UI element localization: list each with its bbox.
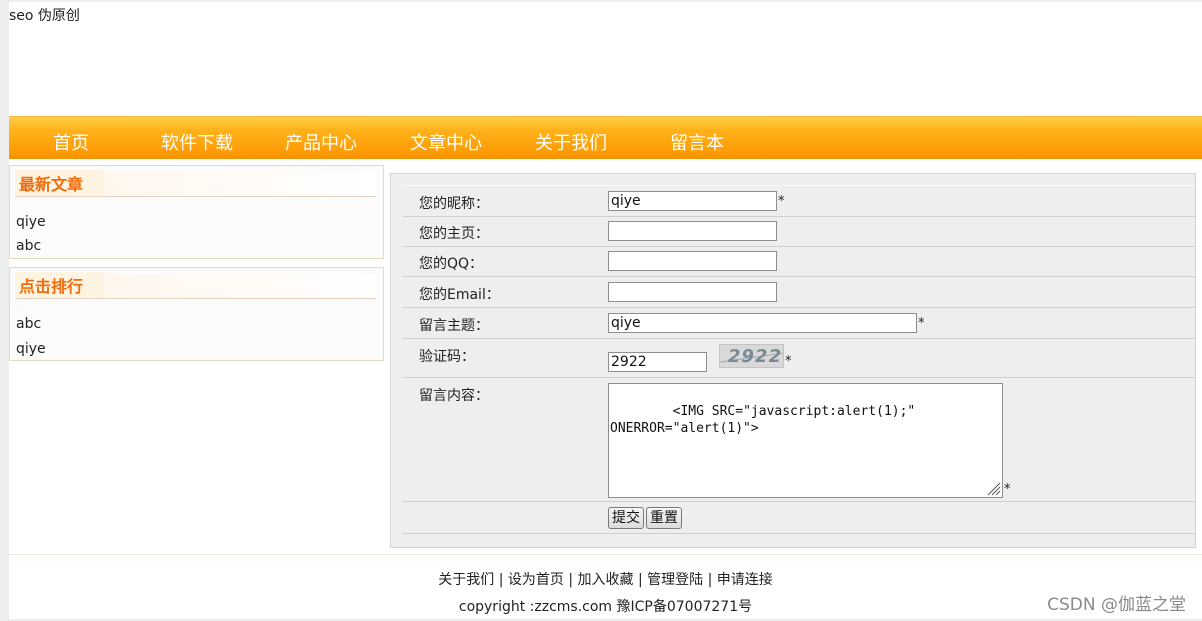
box-title: 点击排行	[15, 272, 104, 298]
submit-button[interactable]: 提交	[608, 507, 644, 529]
nav-item-guestbook[interactable]: 留言本	[670, 129, 724, 155]
row-divider	[403, 276, 1195, 277]
row-divider	[403, 338, 1195, 339]
footer-link-apply-link[interactable]: 申请连接	[717, 572, 773, 588]
row-divider	[403, 246, 1195, 247]
article-link[interactable]: qiye	[16, 214, 46, 230]
required-mark: *	[918, 316, 925, 331]
row-divider	[403, 216, 1195, 217]
email-label: 您的Email：	[419, 287, 500, 303]
reset-button[interactable]: 重置	[646, 507, 682, 529]
footer-separator: |	[633, 572, 648, 588]
main-nav: 首页 软件下载 产品中心 文章中心 关于我们 留言本	[9, 116, 1202, 160]
footer-link-admin-login[interactable]: 管理登陆	[647, 572, 703, 588]
required-mark: *	[778, 194, 785, 209]
latest-articles-box: 最新文章 qiye abc	[9, 165, 384, 259]
row-divider	[403, 377, 1195, 378]
footer-separator: |	[494, 572, 508, 588]
content-area: 最新文章 qiye abc 点击排行 abc qiye 您的昵称： * 您的主页…	[9, 159, 1202, 554]
box-header-fill	[104, 274, 376, 298]
nav-item-downloads[interactable]: 软件下载	[161, 129, 233, 155]
article-link[interactable]: abc	[16, 238, 41, 254]
required-mark: *	[785, 354, 792, 369]
nickname-label: 您的昵称：	[419, 196, 489, 212]
footer-links: 关于我们 | 设为首页 | 加入收藏 | 管理登陆 | 申请连接	[9, 569, 1202, 589]
qq-input[interactable]	[608, 251, 777, 271]
content-label: 留言内容：	[419, 388, 489, 404]
footer-separator: |	[563, 572, 578, 588]
subject-input[interactable]	[608, 313, 917, 333]
content-text: <IMG SRC="javascript:alert(1);" ONERROR=…	[610, 404, 916, 436]
required-mark: *	[1004, 482, 1011, 497]
nav-item-home[interactable]: 首页	[53, 129, 89, 155]
guestbook-form: 您的昵称： * 您的主页： 您的QQ： 您的Email： 留言主题： * 验证码…	[390, 173, 1196, 548]
footer: 关于我们 | 设为首页 | 加入收藏 | 管理登陆 | 申请连接 copyrig…	[9, 554, 1202, 619]
site-title: seo 伪原创	[9, 8, 80, 24]
article-link[interactable]: qiye	[16, 341, 46, 357]
watermark: CSDN @伽蓝之堂	[1047, 595, 1186, 615]
captcha-text: 2922	[728, 346, 783, 367]
nickname-input[interactable]	[608, 191, 777, 211]
article-link[interactable]: abc	[16, 316, 41, 332]
row-top-line	[403, 185, 1195, 186]
footer-link-add-favorite[interactable]: 加入收藏	[578, 572, 634, 588]
content-textarea[interactable]: <IMG SRC="javascript:alert(1);" ONERROR=…	[608, 383, 1003, 498]
nav-item-articles[interactable]: 文章中心	[410, 129, 482, 155]
captcha-label: 验证码：	[419, 349, 475, 365]
copyright-text: copyright :zzcms.com 豫ICP备07007271号	[458, 599, 753, 615]
resize-grip-icon[interactable]	[985, 480, 1001, 496]
footer-link-set-homepage[interactable]: 设为首页	[508, 572, 564, 588]
subject-label: 留言主题：	[419, 318, 489, 334]
captcha-input[interactable]	[608, 352, 707, 372]
box-header-fill	[104, 172, 376, 196]
captcha-image[interactable]: 2922	[719, 344, 784, 368]
qq-label: 您的QQ：	[419, 256, 484, 272]
box-header: 点击排行	[15, 272, 376, 299]
hot-ranking-box: 点击排行 abc qiye	[9, 267, 384, 361]
page: seo 伪原创 首页 软件下载 产品中心 文章中心 关于我们 留言本 最新文章 …	[9, 2, 1202, 619]
homepage-input[interactable]	[608, 221, 777, 241]
nav-item-about[interactable]: 关于我们	[535, 129, 607, 155]
email-input[interactable]	[608, 282, 777, 302]
box-header: 最新文章	[15, 170, 376, 197]
box-title: 最新文章	[15, 170, 104, 196]
homepage-label: 您的主页：	[419, 226, 489, 242]
row-divider	[403, 533, 1195, 534]
nav-item-products[interactable]: 产品中心	[285, 129, 357, 155]
footer-separator: |	[703, 572, 717, 588]
footer-link-about[interactable]: 关于我们	[438, 572, 494, 588]
row-divider	[403, 501, 1195, 502]
row-divider	[403, 307, 1195, 308]
